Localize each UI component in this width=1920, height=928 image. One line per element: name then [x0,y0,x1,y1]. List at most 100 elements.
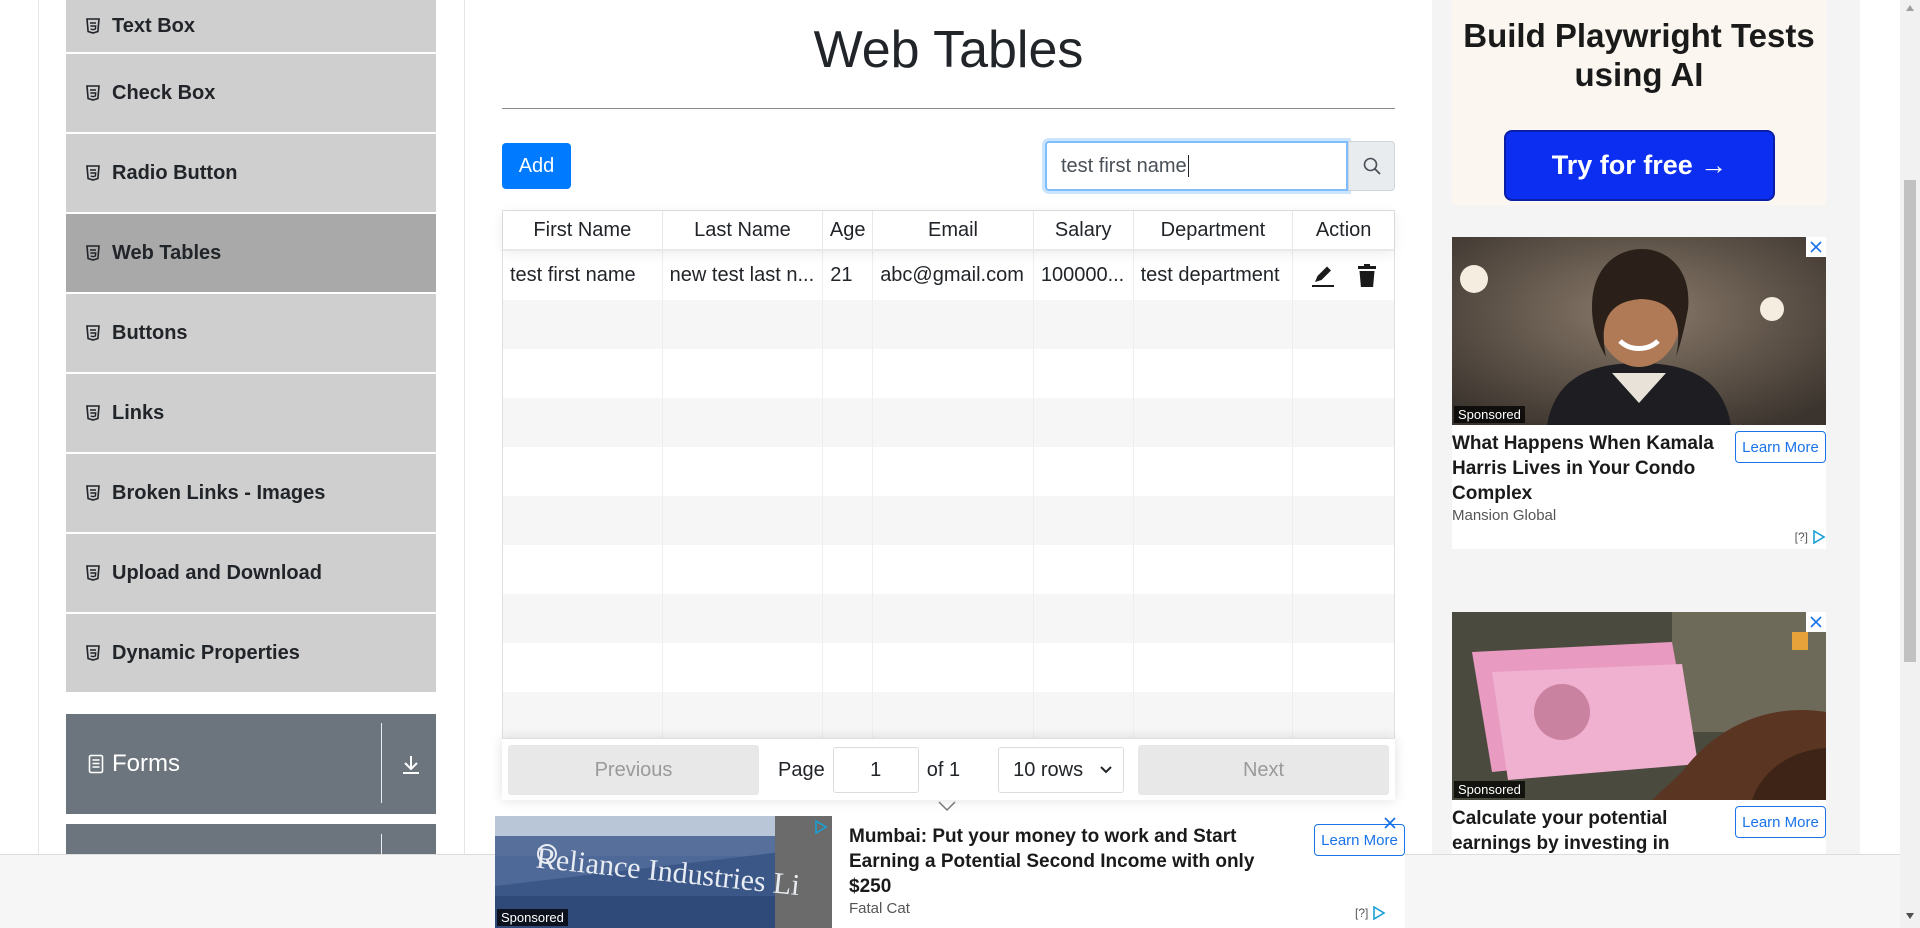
cell-email: abc@gmail.com [873,251,1034,300]
table-row: test first name new test last n... 21 ab… [503,251,1394,300]
sponsored-label: Sponsored [1454,781,1525,798]
table-row-empty [503,643,1394,692]
sidebar-item-web-tables[interactable]: Web Tables [66,214,436,292]
elements-menu-list: Text Box Check Box Radio Button Web Tabl… [66,0,436,694]
sidebar-item-label: Broken Links - Images [112,481,326,504]
column-header-first-name[interactable]: First Name [503,211,663,249]
page-total: of 1 [926,758,961,781]
sidebar-item-buttons[interactable]: Buttons [66,294,436,372]
sidebar-item-check-box[interactable]: Check Box [66,54,436,132]
table-row-empty [503,398,1394,447]
html5-icon [86,85,100,101]
table-row-empty [503,349,1394,398]
sidebar-item-label: Links [112,401,165,424]
ad-headline[interactable]: Calculate your potential earnings by inv… [1452,806,1732,856]
close-icon [1810,616,1822,628]
search-input[interactable]: test first name [1045,141,1348,191]
next-button[interactable]: Next [1138,745,1389,795]
html5-icon [86,245,100,261]
table-row-empty [503,300,1394,349]
table-row-empty [503,594,1394,643]
edit-icon[interactable] [1310,263,1336,289]
table-row-empty [503,447,1394,496]
sidebar-item-label: Text Box [112,14,195,37]
page-label: Page [778,758,825,781]
cell-department: test department [1134,251,1294,300]
adchoices-icon[interactable] [814,820,828,834]
sidebar-item-links[interactable]: Links [66,374,436,452]
table-row-empty [503,545,1394,594]
html5-icon [86,405,100,421]
chevron-down-icon [938,801,956,812]
cell-salary: 100000... [1034,251,1134,300]
scrollbar-thumb[interactable] [1904,180,1916,662]
ad-headline[interactable]: What Happens When Kamala Harris Lives in… [1452,431,1732,506]
close-icon [1810,241,1822,253]
ad-image[interactable]: Reliance Industries Li Sponsored [495,816,832,928]
adchoices-icon [1813,530,1826,544]
column-header-salary[interactable]: Salary [1034,211,1134,249]
close-ad-button[interactable] [1806,237,1826,257]
learn-more-button[interactable]: Learn More [1735,431,1826,463]
ad-info[interactable]: [?] [1355,906,1386,920]
delete-icon[interactable] [1356,263,1378,289]
sidebar-item-broken-links[interactable]: Broken Links - Images [66,454,436,532]
search-icon [1363,157,1381,175]
search-button[interactable] [1348,141,1395,191]
ad-info-label: [?] [1355,906,1369,920]
add-button[interactable]: Add [502,143,571,189]
previous-button[interactable]: Previous [508,745,759,795]
download-icon[interactable] [400,750,422,778]
sidebar-item-label: Check Box [112,81,216,104]
cell-first-name: test first name [503,251,663,300]
pagination-bar: Previous Page 1 of 1 10 rows Next [502,738,1395,800]
ad-info-label: [?] [1794,530,1808,544]
ad-card[interactable]: Sponsored What Happens When Kamala Harri… [1452,237,1826,549]
column-header-email[interactable]: Email [873,211,1034,249]
ad-info[interactable]: [?] [1795,530,1826,544]
ad-cta-button[interactable]: Try for free → [1504,130,1775,201]
html5-icon [86,165,100,181]
group-label: Forms [112,750,180,777]
title-divider [502,108,1395,109]
html5-icon [86,485,100,501]
close-ad-button[interactable] [1806,612,1826,632]
sponsored-label: Sponsored [1454,406,1525,423]
sidebar-item-dynamic-properties[interactable]: Dynamic Properties [66,614,436,692]
group-header-forms[interactable]: Forms [66,714,436,814]
search-input-value: test first name [1061,154,1187,177]
learn-more-button[interactable]: Learn More [1735,806,1826,838]
cell-age: 21 [823,251,874,300]
sidebar-item-label: Buttons [112,321,188,344]
sidebar-item-label: Web Tables [112,241,222,264]
sidebar-item-text-box[interactable]: Text Box [66,0,436,52]
column-header-department[interactable]: Department [1134,211,1294,249]
ad-image[interactable]: Sponsored [1452,237,1826,425]
group-title: Forms [88,750,180,778]
ad-banner-playwright[interactable]: Build Playwright Tests using AI Try for … [1452,0,1826,205]
sidebar-item-radio-button[interactable]: Radio Button [66,134,436,212]
web-table: First Name Last Name Age Email Salary De… [502,210,1395,798]
ad-image[interactable]: Sponsored [1452,612,1826,800]
scroll-up-arrow-icon[interactable] [1905,4,1915,12]
page-scrollbar[interactable] [1900,0,1920,928]
sidebar-item-upload-download[interactable]: Upload and Download [66,534,436,612]
text-caret [1187,155,1189,177]
close-icon[interactable] [1383,816,1397,830]
cell-action [1293,251,1394,300]
ad-column: Build Playwright Tests using AI Try for … [1432,0,1860,928]
chevron-down-icon [1100,766,1112,774]
sidebar-item-label: Radio Button [112,161,238,184]
page-jump-input[interactable]: 1 [832,747,919,793]
bottom-ad[interactable]: Reliance Industries Li Sponsored Mumbai:… [495,816,1405,928]
scroll-down-arrow-icon[interactable] [1905,912,1915,920]
table-header: First Name Last Name Age Email Salary De… [503,211,1394,251]
ad-source: Mansion Global [1452,507,1557,524]
column-header-age[interactable]: Age [823,211,874,249]
ad-headline[interactable]: Mumbai: Put your money to work and Start… [849,824,1289,899]
rows-per-page-select[interactable]: 10 rows [998,747,1125,793]
page-controls: Page 1 of 1 10 rows [778,745,1125,795]
column-header-last-name[interactable]: Last Name [663,211,824,249]
ad-source: Fatal Cat [849,900,910,917]
table-row-empty [503,496,1394,545]
